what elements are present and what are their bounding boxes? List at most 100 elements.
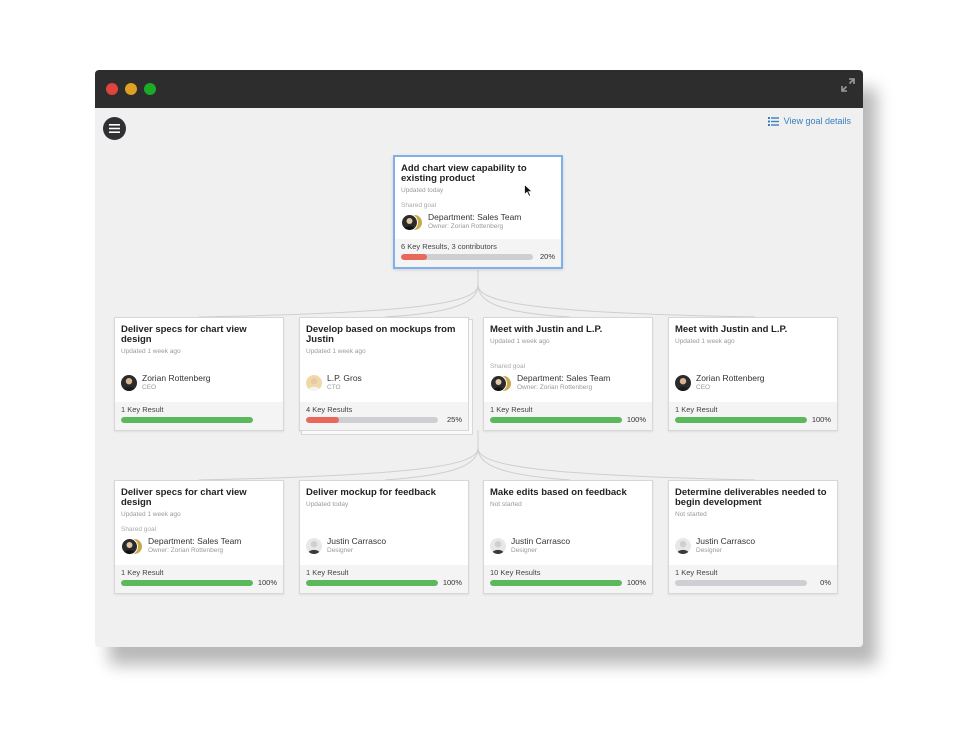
progress-bar-fill <box>121 417 253 423</box>
progress-percent: 25% <box>446 415 462 424</box>
goal-owner[interactable]: Department: Sales Team Owner: Zorian Rott… <box>121 537 241 555</box>
owner-name: Department: Sales Team <box>517 373 611 383</box>
user-avatar <box>306 538 322 554</box>
key-results-count: 1 Key Result <box>490 405 533 414</box>
department-avatar-stack-icon <box>401 214 423 231</box>
owner-name: Justin Carrasco <box>511 536 571 546</box>
goal-title[interactable]: Determine deliverables needed to begin d… <box>675 488 829 508</box>
shared-goal-label: Shared goal <box>121 526 157 533</box>
progress-percent: 100% <box>257 578 277 587</box>
key-results-count: 6 Key Results, 3 contributors <box>401 242 497 251</box>
goal-title[interactable]: Make edits based on feedback <box>490 488 644 498</box>
owner-role: CEO <box>696 384 711 391</box>
progress-bar-fill <box>401 254 428 260</box>
user-avatar <box>675 538 691 554</box>
goal-title[interactable]: Meet with Justin and L.P. <box>675 325 829 335</box>
owner-role: CTO <box>327 384 341 391</box>
key-results-count: 1 Key Result <box>675 405 718 414</box>
goal-card[interactable]: Deliver mockup for feedback Updated today… <box>299 480 469 594</box>
goal-updated-time: Updated 1 week ago <box>675 338 735 345</box>
progress-bar-fill <box>306 580 438 586</box>
goal-progress-footer: 6 Key Results, 3 contributors 20% <box>395 239 561 267</box>
user-avatar <box>675 375 691 391</box>
department-avatar-stack-icon <box>121 538 143 555</box>
goal-card[interactable]: Deliver specs for chart view design Updat… <box>114 480 284 594</box>
goal-owner[interactable]: Justin Carrasco Designer <box>490 537 570 555</box>
goal-owner[interactable]: Justin Carrasco Designer <box>306 537 386 555</box>
goal-title[interactable]: Add chart view capability to existing pr… <box>401 164 553 184</box>
goal-updated-time: Updated 1 week ago <box>121 511 181 518</box>
goal-updated-time: Not started <box>490 501 522 508</box>
department-avatar-stack-icon <box>490 375 512 392</box>
owner-role: Designer <box>327 547 354 554</box>
progress-percent: 100% <box>811 415 831 424</box>
progress-percent: 0% <box>820 578 831 587</box>
goal-owner[interactable]: Department: Sales Team Owner: Zorian Rott… <box>401 213 521 231</box>
goal-title[interactable]: Develop based on mockups from Justin <box>306 325 460 345</box>
key-results-count: 1 Key Result <box>121 405 164 414</box>
goal-title[interactable]: Meet with Justin and L.P. <box>490 325 644 335</box>
goal-owner[interactable]: Department: Sales Team Owner: Zorian Rott… <box>490 374 610 392</box>
progress-bar <box>306 417 438 423</box>
goal-owner[interactable]: L.P. Gros CTO <box>306 374 362 392</box>
goal-title[interactable]: Deliver specs for chart view design <box>121 488 275 508</box>
goal-updated-time: Updated today <box>401 187 444 194</box>
goal-updated-time: Not started <box>675 511 707 518</box>
progress-bar-fill <box>675 417 807 423</box>
owner-name: Department: Sales Team <box>148 536 242 546</box>
progress-percent: 20% <box>539 252 555 261</box>
goal-card[interactable]: Determine deliverables needed to begin d… <box>668 480 838 594</box>
shared-goal-label: Shared goal <box>490 363 526 370</box>
goal-progress-footer: 1 Key Result 0% <box>669 565 837 593</box>
progress-bar-fill <box>490 580 622 586</box>
owner-name: Justin Carrasco <box>327 536 387 546</box>
goal-card[interactable]: Meet with Justin and L.P. Updated 1 week … <box>668 317 838 431</box>
goal-progress-footer: 10 Key Results 100% <box>484 565 652 593</box>
root-goal-card[interactable]: Add chart view capability to existing pr… <box>393 155 563 269</box>
mouse-pointer-icon <box>524 184 533 197</box>
owner-name: Zorian Rottenberg <box>696 373 765 383</box>
goal-card[interactable]: Meet with Justin and L.P. Updated 1 week … <box>483 317 653 431</box>
goal-progress-footer: 1 Key Result 100% <box>115 565 283 593</box>
key-results-count: 10 Key Results <box>490 568 541 577</box>
owner-name: Department: Sales Team <box>428 212 522 222</box>
goal-title[interactable]: Deliver mockup for feedback <box>306 488 460 498</box>
owner-role: Owner: Zorian Rottenberg <box>428 223 504 230</box>
goal-updated-time: Updated today <box>306 501 349 508</box>
progress-percent: 100% <box>626 415 646 424</box>
progress-bar <box>490 417 622 423</box>
goal-owner[interactable]: Zorian Rottenberg CEO <box>121 374 211 392</box>
progress-bar <box>490 580 622 586</box>
progress-bar-fill <box>490 417 622 423</box>
owner-role: Designer <box>511 547 538 554</box>
user-avatar <box>306 375 322 391</box>
progress-bar <box>675 580 807 586</box>
progress-percent: 100% <box>626 578 646 587</box>
owner-role: Designer <box>696 547 723 554</box>
progress-bar <box>306 580 438 586</box>
goal-progress-footer: 1 Key Result <box>115 402 283 430</box>
user-avatar <box>121 375 137 391</box>
goal-card[interactable]: Make edits based on feedback Not started J… <box>483 480 653 594</box>
app-window: View goal details Add chart view capabil… <box>95 70 863 647</box>
key-results-count: 1 Key Result <box>675 568 718 577</box>
goal-title[interactable]: Deliver specs for chart view design <box>121 325 275 345</box>
progress-bar <box>401 254 533 260</box>
owner-name: Zorian Rottenberg <box>142 373 211 383</box>
goal-progress-footer: 1 Key Result 100% <box>669 402 837 430</box>
goal-card[interactable]: Deliver specs for chart view design Updat… <box>114 317 284 431</box>
goal-owner[interactable]: Justin Carrasco Designer <box>675 537 755 555</box>
goal-updated-time: Updated 1 week ago <box>490 338 550 345</box>
goal-owner[interactable]: Zorian Rottenberg CEO <box>675 374 765 392</box>
goal-updated-time: Updated 1 week ago <box>121 348 181 355</box>
goal-progress-footer: 1 Key Result 100% <box>300 565 468 593</box>
owner-role: Owner: Zorian Rottenberg <box>148 547 224 554</box>
owner-name: L.P. Gros <box>327 373 362 383</box>
progress-bar <box>121 417 253 423</box>
goal-progress-footer: 1 Key Result 100% <box>484 402 652 430</box>
progress-bar <box>675 417 807 423</box>
goal-updated-time: Updated 1 week ago <box>306 348 366 355</box>
goal-card[interactable]: Develop based on mockups from Justin Upda… <box>299 317 469 431</box>
owner-role: CEO <box>142 384 157 391</box>
key-results-count: 4 Key Results <box>306 405 353 414</box>
